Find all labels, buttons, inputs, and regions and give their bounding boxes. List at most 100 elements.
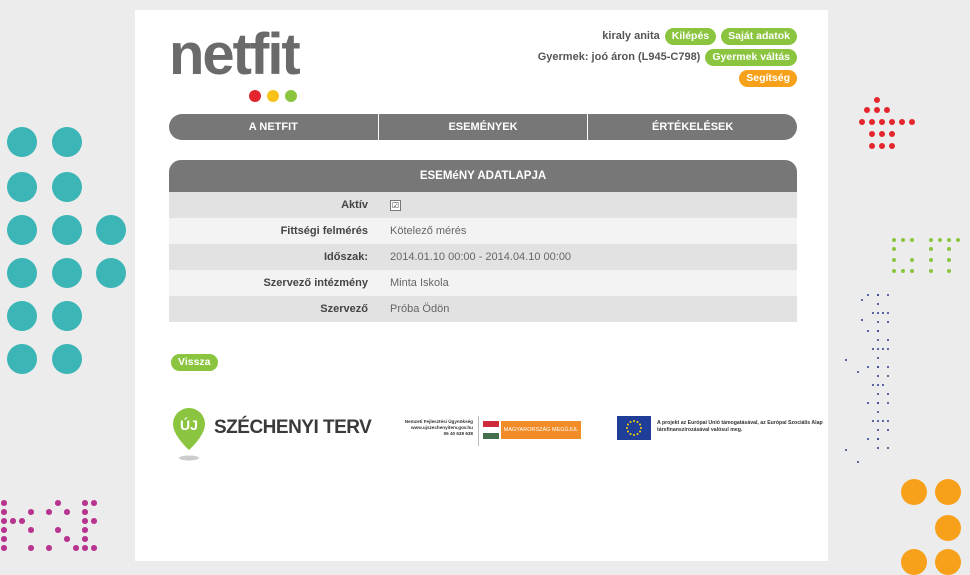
decorative-dot	[946, 268, 952, 274]
decorative-dot	[886, 347, 890, 351]
decorative-dot	[900, 268, 906, 274]
event-row-period: Időszak: 2014.01.10 00:00 - 2014.04.10 0…	[169, 244, 797, 270]
row-value: Kötelező mérés	[390, 225, 467, 237]
decorative-dot	[856, 370, 860, 374]
decorative-dot	[898, 118, 906, 126]
decorative-dot	[28, 509, 34, 515]
logout-button[interactable]: Kilépés	[664, 27, 717, 45]
decorative-dot	[909, 268, 915, 274]
decorative-dot	[82, 500, 88, 506]
decorative-dot	[886, 311, 890, 315]
decorative-dot	[876, 365, 880, 369]
decorative-dot	[844, 358, 848, 362]
decorative-dot	[876, 329, 880, 333]
decorative-dot	[876, 320, 880, 324]
decorative-dot	[886, 419, 890, 423]
decorative-dot	[863, 106, 871, 114]
decorative-dot	[7, 301, 37, 331]
decorative-dot	[82, 536, 88, 542]
decorative-dot	[878, 142, 886, 150]
decorative-dot	[886, 365, 890, 369]
decorative-dot	[876, 311, 880, 315]
decorative-dot	[876, 437, 880, 441]
help-button[interactable]: Segítség	[739, 69, 797, 87]
decorative-dot	[901, 479, 927, 505]
row-label: Szervező intézmény	[263, 277, 368, 289]
switch-child-button[interactable]: Gyermek váltás	[705, 48, 797, 66]
decorative-dot	[876, 383, 880, 387]
user-area: kiraly anita Kilépés Saját adatok Gyerme…	[538, 26, 797, 89]
decorative-dot	[871, 347, 875, 351]
decorative-dot	[873, 106, 881, 114]
decorative-dot	[7, 344, 37, 374]
decorative-dot	[64, 509, 70, 515]
decorative-dot	[856, 460, 860, 464]
nfu-line: 06 40 638 638	[443, 431, 473, 436]
decorative-dot	[901, 549, 927, 575]
decorative-dot	[888, 142, 896, 150]
decorative-dot	[871, 383, 875, 387]
decorative-dot	[866, 437, 870, 441]
nav-item-netfit[interactable]: A NETFIT	[169, 114, 379, 140]
nav-item-evaluations[interactable]: ÉRTÉKELÉSEK	[588, 114, 797, 140]
logo-green-dot	[285, 90, 297, 102]
decorative-dot	[886, 320, 890, 324]
decorative-dot	[91, 518, 97, 524]
hungary-renews-banner: MAGYARORSZÁG MEGÚJUL	[501, 421, 581, 439]
own-data-button[interactable]: Saját adatok	[721, 27, 797, 45]
decorative-dot	[878, 130, 886, 138]
decorative-dot	[883, 106, 891, 114]
row-value: Minta Iskola	[390, 277, 449, 289]
row-value: 2014.01.10 00:00 - 2014.04.10 00:00	[390, 251, 572, 263]
decorative-dot	[7, 127, 37, 157]
decorative-dot	[868, 118, 876, 126]
decorative-dot	[7, 258, 37, 288]
logo-text: netfit	[169, 22, 301, 87]
decorative-dot	[909, 257, 915, 263]
decorative-dot	[19, 518, 25, 524]
decorative-dot	[881, 419, 885, 423]
decorative-dot	[876, 419, 880, 423]
event-row-institution: Szervező intézmény Minta Iskola	[169, 270, 797, 296]
eu-support-text: A projekt az Európai Unió támogatásával,…	[657, 420, 823, 433]
logo-red-dot	[249, 90, 261, 102]
szechenyi-pin-icon: ÚJ	[173, 408, 205, 461]
decorative-dot	[881, 383, 885, 387]
decorative-dot	[886, 401, 890, 405]
decorative-dot	[860, 318, 864, 322]
decorative-dot	[876, 302, 880, 306]
decorative-dot	[886, 446, 890, 450]
decorative-dot	[82, 545, 88, 551]
decorative-dot	[52, 301, 82, 331]
active-checkbox[interactable]: ☑	[390, 199, 401, 211]
decorative-dot	[876, 392, 880, 396]
netfit-logo[interactable]: netfit	[169, 22, 301, 104]
decorative-dot	[886, 293, 890, 297]
back-button[interactable]: Vissza	[171, 354, 218, 371]
decorative-dot	[860, 298, 864, 302]
decorative-dot	[46, 545, 52, 551]
decorative-dot	[91, 545, 97, 551]
decorative-dot	[876, 293, 880, 297]
decorative-dot	[52, 344, 82, 374]
decorative-dot	[866, 401, 870, 405]
decorative-dot	[876, 347, 880, 351]
nav-item-events[interactable]: ESEMÉNYEK	[379, 114, 589, 140]
event-sheet-title: ESEMéNY ADATLAPJA	[169, 160, 797, 192]
decorative-dot	[928, 257, 934, 263]
decorative-dot	[28, 527, 34, 533]
decorative-dot	[1, 500, 7, 506]
row-label: Fittségi felmérés	[280, 225, 368, 237]
logo-yellow-dot	[267, 90, 279, 102]
decorative-dot	[52, 127, 82, 157]
nfu-text: Nemzeti Fejlesztési Ügynökség www.ujszec…	[393, 419, 473, 437]
decorative-dot	[52, 258, 82, 288]
event-row-fitness: Fittségi felmérés Kötelező mérés	[169, 218, 797, 244]
event-row-active: Aktív ☑	[169, 192, 797, 218]
child-info: Gyermek: joó áron (L945-C798)	[537, 51, 701, 63]
decorative-dot	[868, 142, 876, 150]
decorative-dot	[935, 515, 961, 541]
decorative-dot	[928, 237, 934, 243]
decorative-dot	[1, 545, 7, 551]
event-row-organizer: Szervező Próba Ödön	[169, 296, 797, 322]
